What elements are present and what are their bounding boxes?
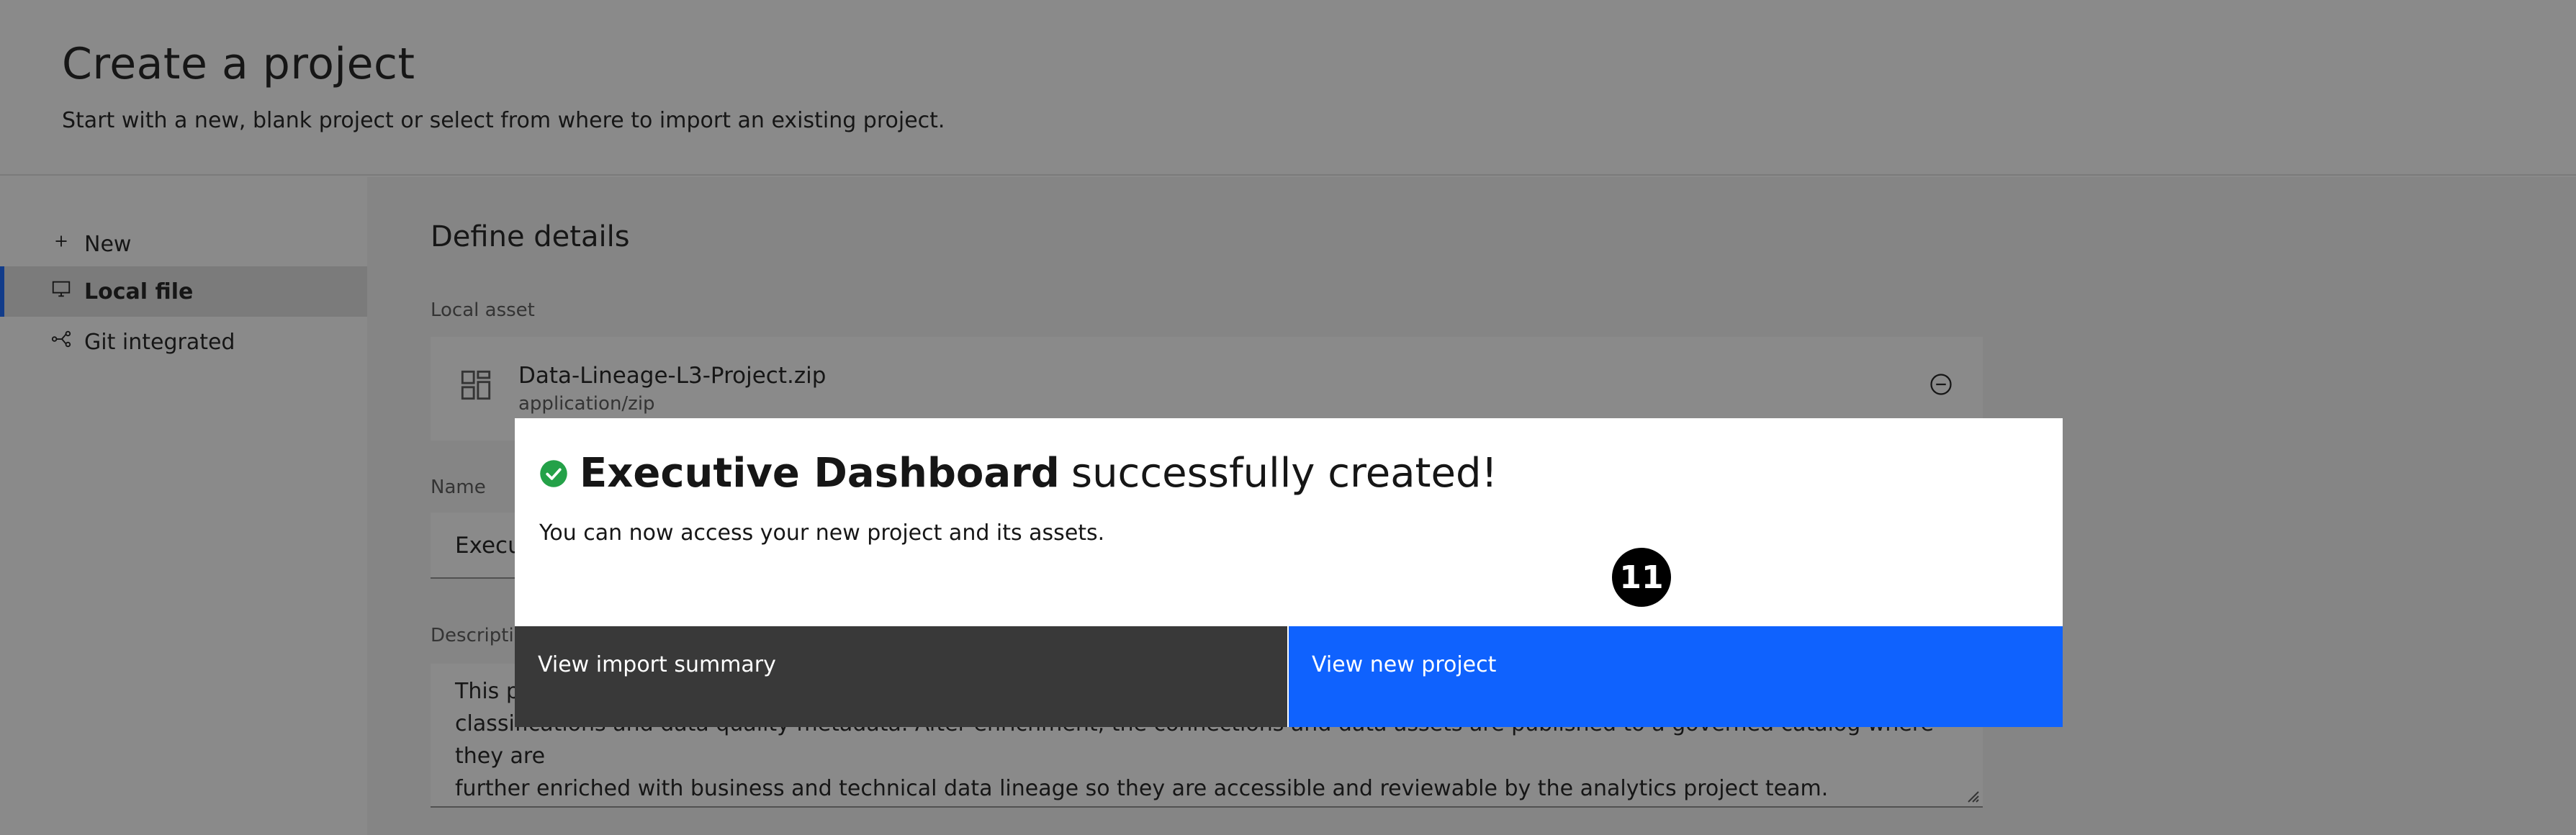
- view-new-project-button[interactable]: View new project: [1287, 626, 2063, 727]
- create-project-page: Create a project Start with a new, blank…: [0, 0, 2576, 835]
- checkmark-filled-icon: [540, 459, 567, 487]
- modal-body: You can now access your new project and …: [539, 520, 1105, 546]
- view-import-summary-button[interactable]: View import summary: [515, 626, 1287, 727]
- step-badge: 11: [1612, 548, 1671, 607]
- modal-title-text: successfully created!: [1071, 450, 1498, 497]
- project-name: Executive Dashboard: [580, 450, 1060, 497]
- modal-footer: View import summary View new project: [515, 626, 2063, 727]
- success-modal: Executive Dashboard successfully created…: [515, 418, 2063, 727]
- modal-title: Executive Dashboard successfully created…: [539, 450, 1498, 497]
